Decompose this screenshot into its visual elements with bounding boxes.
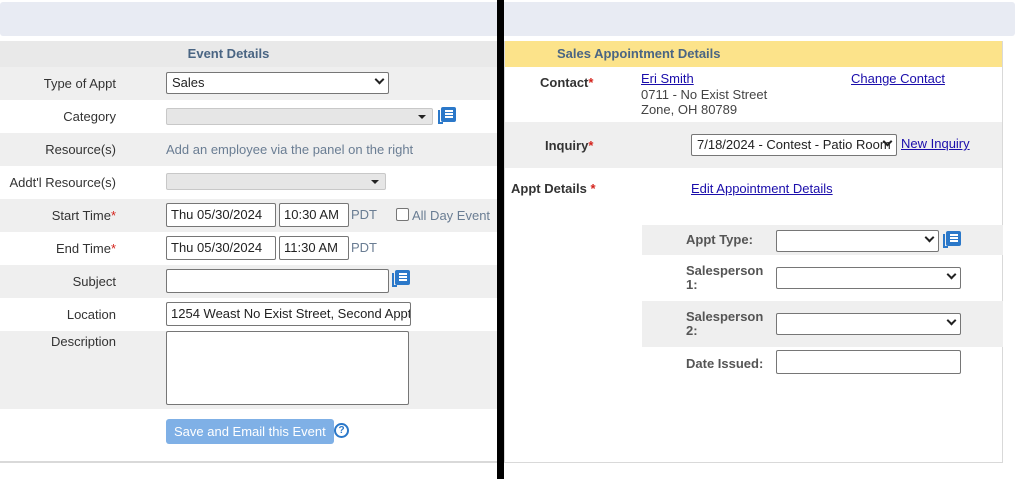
end-date-input[interactable]: Thu 05/30/2024: [166, 236, 276, 260]
inquiry-row: Inquiry* 7/18/2024 - Contest - Patio Roo…: [505, 122, 1002, 168]
inquiry-select[interactable]: 7/18/2024 - Contest - Patio Room: [691, 134, 897, 156]
help-icon[interactable]: ?: [334, 423, 349, 438]
start-time-row: Start Time* Thu 05/30/2024 10:30 AM PDT …: [0, 199, 497, 232]
addtl-resources-label: Addt'l Resource(s): [9, 175, 116, 190]
type-of-appt-row: Type of Appt Sales: [0, 67, 497, 100]
addtl-resources-select[interactable]: [166, 173, 386, 190]
type-of-appt-label: Type of Appt: [43, 76, 116, 91]
resources-label: Resource(s): [45, 142, 116, 157]
chevron-down-icon: [924, 232, 935, 243]
appt-type-label: Appt Type:: [686, 232, 753, 247]
list-icon[interactable]: [943, 231, 961, 248]
save-and-email-button[interactable]: Save and Email this Event: [166, 419, 334, 444]
sales-appointment-header: Sales Appointment Details: [505, 41, 1002, 67]
description-textarea[interactable]: [166, 331, 409, 405]
resources-hint: Add an employee via the panel on the rig…: [166, 142, 414, 157]
chevron-down-icon: [374, 74, 385, 85]
change-contact-link[interactable]: Change Contact: [851, 71, 945, 86]
start-tz: PDT: [351, 207, 377, 222]
location-input[interactable]: 1254 Weast No Exist Street, Second Appt: [166, 302, 411, 326]
salesperson1-label: Salesperson 1:: [686, 263, 764, 292]
edit-appointment-details-link[interactable]: Edit Appointment Details: [691, 181, 833, 196]
resources-row: Resource(s) Add an employee via the pane…: [0, 133, 497, 166]
all-day-checkbox[interactable]: [396, 208, 409, 221]
event-details-panel: Event Details Type of Appt Sales Categor…: [0, 41, 497, 463]
category-row: Category: [0, 100, 497, 133]
appt-type-row: Appt Type:: [642, 225, 1003, 255]
caret-down-icon: [371, 180, 379, 184]
start-time-input[interactable]: 10:30 AM: [279, 203, 349, 227]
category-label: Category: [63, 109, 116, 124]
date-issued-input[interactable]: [776, 350, 961, 374]
date-issued-row: Date Issued:: [642, 347, 1003, 387]
end-time-row: End Time* Thu 05/30/2024 11:30 AM PDT: [0, 232, 497, 265]
appt-details-row: Appt Details * Edit Appointment Details: [505, 168, 1002, 224]
salesperson2-row: Salesperson 2:: [642, 301, 1003, 347]
new-inquiry-link[interactable]: New Inquiry: [901, 136, 970, 151]
appt-type-select[interactable]: [776, 230, 939, 252]
location-row: Location 1254 Weast No Exist Street, Sec…: [0, 298, 497, 331]
black-divider: [497, 0, 504, 479]
subject-label: Subject: [72, 274, 116, 289]
contact-address-line1: 0711 - No Exist Street: [641, 87, 768, 102]
salesperson1-row: Salesperson 1:: [642, 255, 1003, 301]
end-time-input[interactable]: 11:30 AM: [279, 236, 349, 260]
subject-input[interactable]: [166, 269, 389, 293]
type-of-appt-select[interactable]: Sales: [166, 72, 389, 94]
description-row: Description: [0, 331, 497, 409]
salesperson2-label: Salesperson 2:: [686, 309, 764, 338]
all-day-label: All Day Event: [412, 208, 491, 223]
contact-label: Contact*: [540, 75, 594, 90]
appt-details-label: Appt Details *: [511, 181, 596, 196]
description-label: Description: [50, 334, 116, 349]
contact-row: Contact* Eri Smith 0711 - No Exist Stree…: [505, 67, 1002, 122]
chevron-down-icon: [946, 315, 957, 326]
list-icon[interactable]: [438, 107, 456, 124]
date-issued-label: Date Issued:: [686, 356, 764, 371]
contact-address-line2: Zone, OH 80789: [641, 102, 738, 117]
start-date-input[interactable]: Thu 05/30/2024: [166, 203, 276, 227]
caret-down-icon: [418, 115, 426, 119]
sales-appointment-panel: Sales Appointment Details Contact* Eri S…: [504, 41, 1003, 463]
event-details-header: Event Details: [0, 41, 497, 67]
start-time-label: Start Time*: [51, 208, 116, 223]
chevron-down-icon: [946, 269, 957, 280]
end-tz: PDT: [351, 240, 377, 255]
end-time-label: End Time*: [56, 241, 116, 256]
addtl-resources-row: Addt'l Resource(s): [0, 166, 497, 199]
contact-name-link[interactable]: Eri Smith: [641, 71, 694, 86]
list-icon[interactable]: [392, 270, 410, 287]
subject-row: Subject: [0, 265, 497, 298]
inquiry-label: Inquiry*: [545, 138, 594, 153]
salesperson1-select[interactable]: [776, 267, 961, 289]
location-label: Location: [66, 307, 116, 322]
top-toolbar: [0, 2, 1015, 36]
category-select[interactable]: [166, 108, 433, 125]
salesperson2-select[interactable]: [776, 313, 961, 335]
